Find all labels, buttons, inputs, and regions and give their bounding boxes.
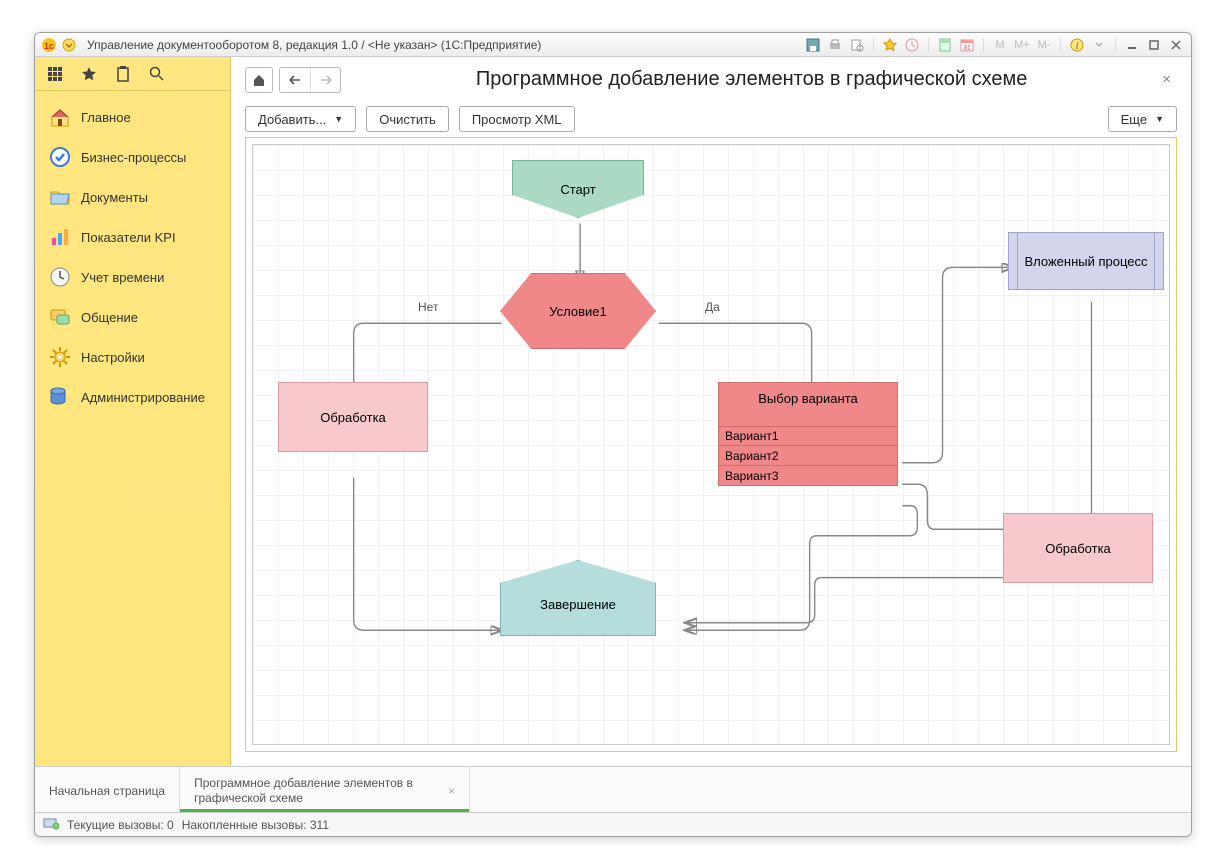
edge-label-no: Нет (418, 300, 438, 314)
sidebar-item-label: Бизнес-процессы (81, 150, 186, 165)
process-icon (49, 146, 71, 168)
canvas-wrap: Старт Условие1 Нет Да Обработка Выбор ва… (245, 137, 1177, 752)
clock-icon (49, 266, 71, 288)
edge-label-yes: Да (705, 300, 720, 314)
choice-option[interactable]: Вариант2 (719, 446, 897, 466)
memory-m-button[interactable]: M (991, 37, 1009, 53)
node-process-right[interactable]: Обработка (1003, 513, 1153, 583)
node-label: Завершение (540, 597, 616, 612)
toolbar: Добавить... ▼ Очистить Просмотр XML Еще ▼ (231, 101, 1191, 137)
tab-close-button[interactable]: × (448, 784, 455, 798)
tab-label: Программное добавление элементов в графи… (194, 776, 440, 805)
sidebar-item-label: Администрирование (81, 390, 205, 405)
status-accum: Накопленные вызовы: 311 (182, 818, 329, 832)
caret-down-icon: ▼ (334, 114, 343, 124)
sidebar-item-label: Документы (81, 190, 148, 205)
forward-button[interactable] (310, 68, 340, 92)
info-icon[interactable]: i (1068, 37, 1086, 53)
sidebar-item-chat[interactable]: Общение (35, 297, 230, 337)
back-button[interactable] (280, 68, 310, 92)
info-dropdown-icon[interactable] (1090, 37, 1108, 53)
tab-current-page[interactable]: Программное добавление элементов в графи… (180, 767, 470, 812)
sidebar-item-processes[interactable]: Бизнес-процессы (35, 137, 230, 177)
node-label: Вложенный процесс (1024, 254, 1147, 269)
sidebar-item-documents[interactable]: Документы (35, 177, 230, 217)
tab-home[interactable]: Начальная страница (35, 767, 180, 812)
page-close-button[interactable]: × (1156, 71, 1177, 88)
search-icon[interactable] (149, 66, 165, 82)
print-icon[interactable] (826, 37, 844, 53)
sidebar-item-label: Общение (81, 310, 138, 325)
sidebar-item-admin[interactable]: Администрирование (35, 377, 230, 417)
sidebar-toolbar (35, 57, 230, 91)
preview-icon[interactable] (848, 37, 866, 53)
sections-icon[interactable] (47, 66, 63, 82)
chart-icon (49, 226, 71, 248)
home-icon (49, 106, 71, 128)
svg-text:1c: 1c (44, 41, 54, 51)
chat-icon (49, 306, 71, 328)
sidebar-item-label: Учет времени (81, 270, 164, 285)
page-title: Программное добавление элементов в графи… (347, 68, 1156, 91)
node-label: Старт (560, 182, 595, 197)
add-button-label: Добавить... (258, 112, 326, 127)
app-logo-icon: 1c (41, 37, 57, 53)
status-current: Текущие вызовы: 0 (67, 818, 174, 832)
svg-text:i: i (1076, 41, 1079, 52)
database-icon (49, 386, 71, 408)
maximize-button[interactable] (1145, 37, 1163, 53)
home-button[interactable] (245, 67, 273, 93)
node-label: Обработка (1045, 541, 1111, 556)
more-button-label: Еще (1121, 112, 1147, 127)
diagram-canvas[interactable]: Старт Условие1 Нет Да Обработка Выбор ва… (252, 144, 1170, 745)
app-window: 1c Управление документооборотом 8, редак… (34, 32, 1192, 837)
statusbar: Текущие вызовы: 0 Накопленные вызовы: 31… (35, 812, 1191, 836)
save-icon[interactable] (804, 37, 822, 53)
content-area: Программное добавление элементов в графи… (231, 57, 1191, 766)
sidebar-item-label: Настройки (81, 350, 145, 365)
node-subprocess[interactable]: Вложенный процесс (1008, 232, 1164, 290)
calculator-icon[interactable] (936, 37, 954, 53)
folder-icon (49, 186, 71, 208)
status-icon (43, 816, 59, 833)
nav: Главное Бизнес-процессы Документы Показа… (35, 91, 230, 423)
nav-arrows (279, 67, 341, 93)
caret-down-icon: ▼ (1155, 114, 1164, 124)
star-icon[interactable] (81, 66, 97, 82)
calendar-icon[interactable]: 31 (958, 37, 976, 53)
sidebar-item-main[interactable]: Главное (35, 97, 230, 137)
sidebar-item-label: Показатели KPI (81, 230, 176, 245)
close-button[interactable] (1167, 37, 1185, 53)
node-process-left[interactable]: Обработка (278, 382, 428, 452)
view-xml-button[interactable]: Просмотр XML (459, 106, 575, 132)
tab-label: Начальная страница (49, 784, 165, 798)
sidebar-item-label: Главное (81, 110, 131, 125)
favorite-icon[interactable] (881, 37, 899, 53)
memory-mplus-button[interactable]: M+ (1013, 37, 1031, 53)
node-label: Обработка (320, 410, 386, 425)
svg-text:31: 31 (963, 45, 971, 52)
minimize-button[interactable] (1123, 37, 1141, 53)
titlebar: 1c Управление документооборотом 8, редак… (35, 33, 1191, 57)
node-choice[interactable]: Выбор варианта Вариант1 Вариант2 Вариант… (718, 382, 898, 486)
node-condition[interactable]: Условие1 (500, 273, 656, 349)
memory-mminus-button[interactable]: M- (1035, 37, 1053, 53)
add-button[interactable]: Добавить... ▼ (245, 106, 356, 132)
choice-option[interactable]: Вариант3 (719, 466, 897, 486)
sidebar-item-settings[interactable]: Настройки (35, 337, 230, 377)
clipboard-icon[interactable] (115, 66, 131, 82)
gear-icon (49, 346, 71, 368)
sidebar-item-time[interactable]: Учет времени (35, 257, 230, 297)
dropdown-icon[interactable] (61, 37, 77, 53)
tabs-row: Начальная страница Программное добавлени… (35, 766, 1191, 812)
node-label: Выбор варианта (719, 383, 897, 426)
choice-option[interactable]: Вариант1 (719, 426, 897, 446)
sidebar-item-kpi[interactable]: Показатели KPI (35, 217, 230, 257)
more-button[interactable]: Еще ▼ (1108, 106, 1177, 132)
history-icon[interactable] (903, 37, 921, 53)
clear-button[interactable]: Очистить (366, 106, 449, 132)
sidebar: Главное Бизнес-процессы Документы Показа… (35, 57, 231, 766)
node-label: Условие1 (549, 304, 606, 319)
window-title: Управление документооборотом 8, редакция… (87, 38, 541, 52)
